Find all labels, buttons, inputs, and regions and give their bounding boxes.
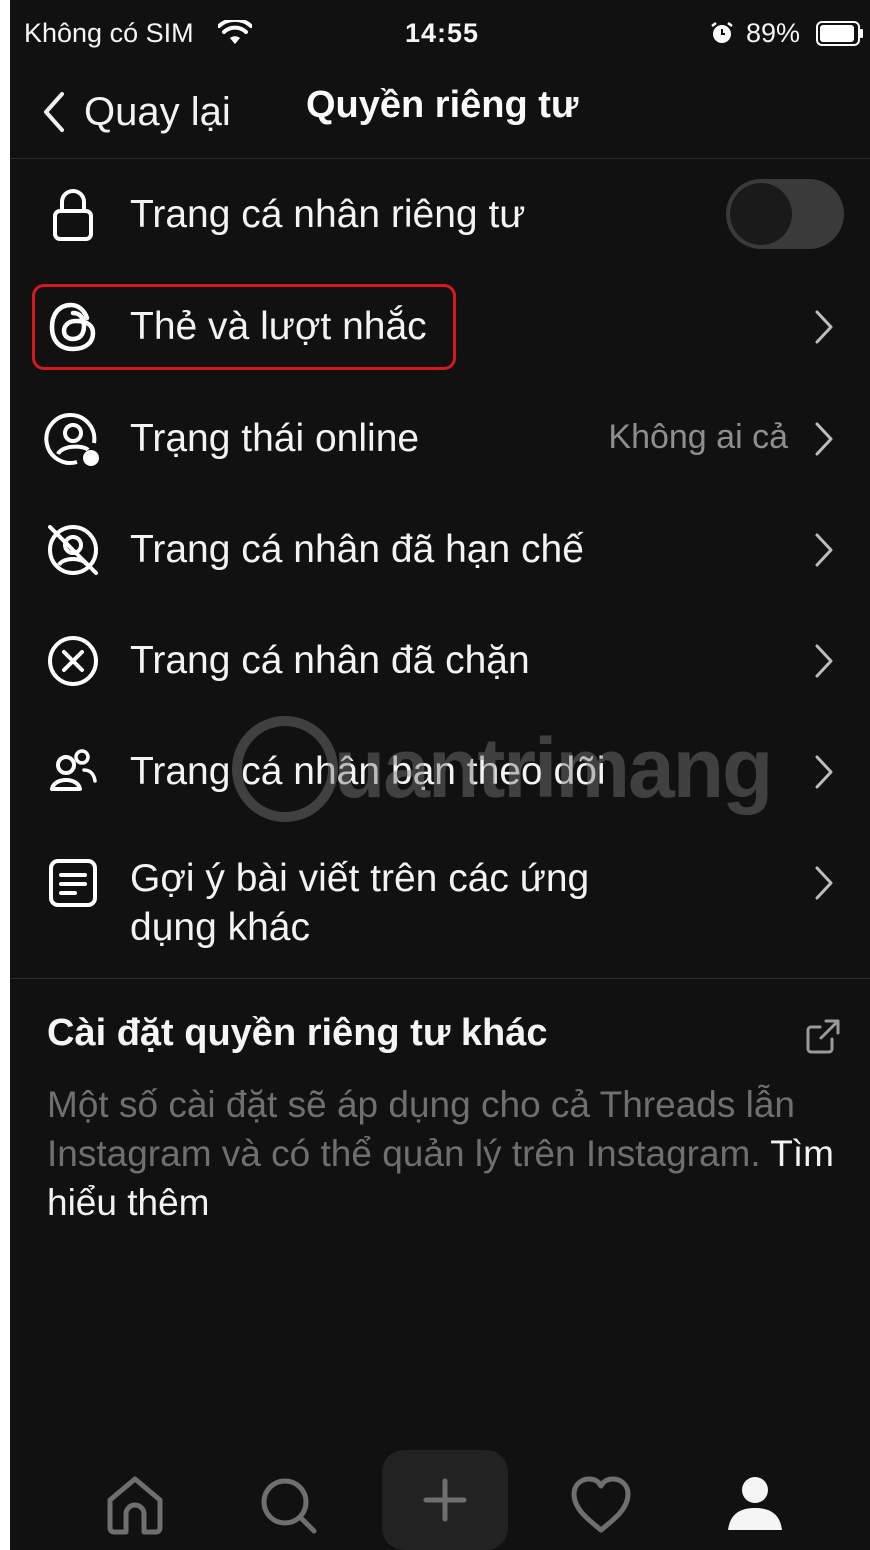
chevron-right-icon <box>815 755 833 789</box>
row-private-profile: Trang cá nhân riêng tư <box>10 160 870 270</box>
lock-icon <box>53 189 93 241</box>
row-label: Trạng thái online <box>130 417 420 460</box>
battery-percent: 89% <box>746 18 801 48</box>
page-title: Quyền riêng tư <box>306 84 579 126</box>
profile-icon[interactable] <box>720 1470 790 1540</box>
threads-privacy-screen: Không có SIM 14:55 89% Quay lại Quyền ri… <box>10 0 870 1550</box>
external-link-icon[interactable] <box>804 1017 842 1055</box>
wifi-icon <box>218 20 252 44</box>
carrier-label: Không có SIM <box>24 18 194 48</box>
watermark: uantrimang <box>232 716 773 826</box>
search-icon[interactable] <box>253 1470 323 1540</box>
battery-icon <box>816 21 863 46</box>
navigation-bar: Quay lại Quyền riêng tư <box>10 70 870 159</box>
people-icon <box>50 749 97 791</box>
blocked-icon <box>48 636 98 686</box>
chevron-right-icon <box>815 422 833 456</box>
back-button[interactable]: Quay lại <box>40 82 231 142</box>
restricted-icon <box>48 525 98 575</box>
tab-bar <box>10 1440 870 1550</box>
row-label: Trang cá nhân đã hạn chế <box>130 528 584 571</box>
home-icon[interactable] <box>100 1470 170 1540</box>
row-restricted-profiles[interactable]: Trang cá nhân đã hạn chế <box>10 495 870 605</box>
back-label: Quay lại <box>84 89 231 134</box>
section-divider <box>10 978 870 979</box>
online-status-value: Không ai cả <box>608 418 788 456</box>
heart-icon[interactable] <box>566 1470 636 1540</box>
row-label: Gợi ý bài viết trên các ứng <box>130 857 590 900</box>
section-title: Cài đặt quyền riêng tư khác <box>47 1012 548 1054</box>
status-bar: Không có SIM 14:55 89% <box>10 0 870 70</box>
row-online-status[interactable]: Trạng thái online Không ai cả <box>10 384 870 494</box>
document-icon <box>49 859 97 907</box>
row-blocked-profiles[interactable]: Trang cá nhân đã chặn <box>10 606 870 716</box>
section-description: Một số cài đặt sẽ áp dụng cho cả Threads… <box>47 1080 847 1227</box>
toggle-knob <box>730 183 792 245</box>
plus-icon <box>423 1478 467 1522</box>
clock: 14:55 <box>405 18 480 48</box>
chevron-left-icon <box>44 92 64 132</box>
alarm-icon <box>711 22 733 43</box>
row-label-line2: dụng khác <box>130 906 310 949</box>
chevron-right-icon <box>815 310 833 344</box>
create-button[interactable] <box>382 1450 508 1550</box>
section-description-text: Một số cài đặt sẽ áp dụng cho cả Threads… <box>47 1084 796 1174</box>
watermark-text: uantrimang <box>334 721 773 815</box>
row-label: Trang cá nhân đã chặn <box>130 639 530 682</box>
chevron-right-icon <box>815 644 833 678</box>
highlight-box <box>32 284 456 370</box>
row-label: Trang cá nhân riêng tư <box>130 193 526 236</box>
chevron-right-icon <box>815 533 833 567</box>
online-status-icon <box>44 413 99 466</box>
watermark-logo-icon <box>232 716 338 822</box>
row-post-suggestions[interactable]: Gợi ý bài viết trên các ứng dụng khác <box>10 828 870 976</box>
private-profile-toggle[interactable] <box>726 179 844 249</box>
chevron-right-icon <box>815 866 833 900</box>
